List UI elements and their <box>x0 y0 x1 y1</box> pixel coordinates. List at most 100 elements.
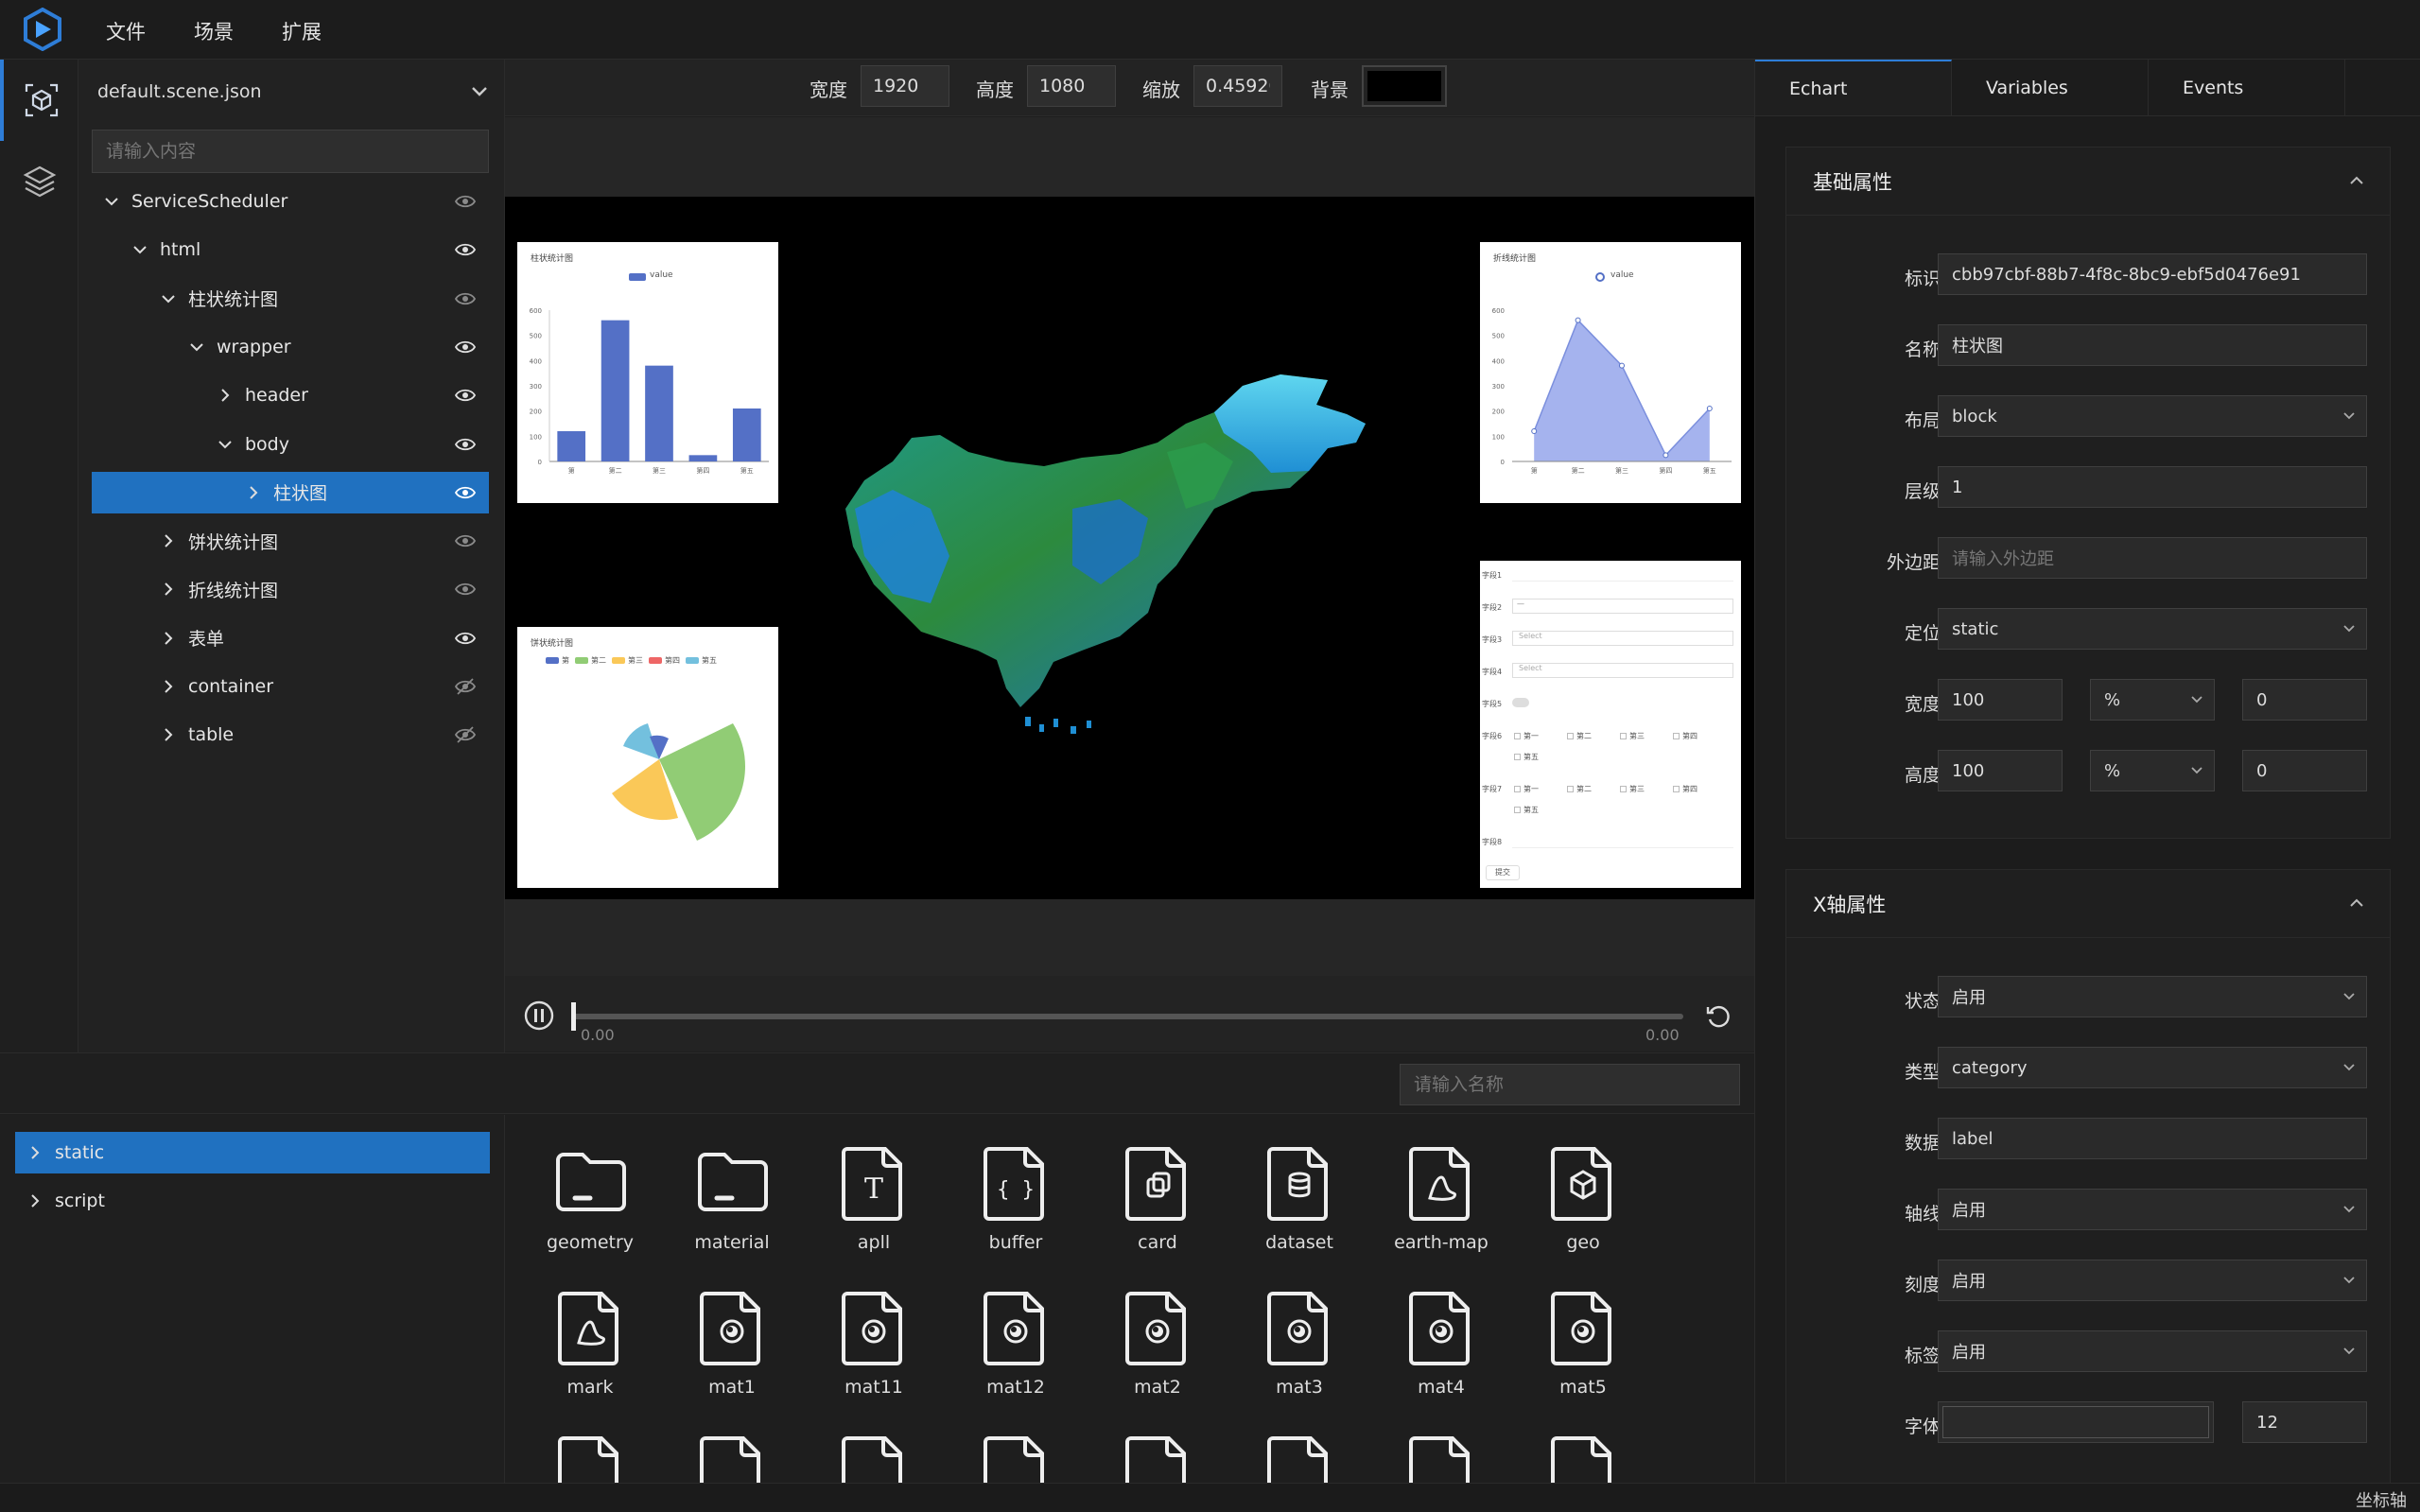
tree-node[interactable]: wrapper <box>92 326 489 368</box>
tree-node[interactable]: container <box>92 666 489 707</box>
asset-item[interactable]: mat11 <box>817 1290 931 1398</box>
asset-item[interactable]: mat1 <box>675 1290 789 1398</box>
chevron-down-icon[interactable] <box>162 292 175 305</box>
width-field[interactable]: 100 <box>1938 679 2063 721</box>
scene-cube-icon[interactable] <box>0 60 78 141</box>
form-checkbox[interactable]: 第一 <box>1514 731 1539 741</box>
name-field[interactable]: 柱状图 <box>1938 324 2367 366</box>
asset-item[interactable]: mat12 <box>959 1290 1072 1398</box>
scene-stage[interactable]: 柱状统计图 value 600 500 400 300 200 100 0 第第二 第三 第四 第五… <box>505 197 1754 899</box>
eye-icon[interactable] <box>455 435 476 454</box>
basic-section-header[interactable]: 基础属性 <box>1786 148 2390 216</box>
menu-extend[interactable]: 扩展 <box>282 17 322 45</box>
xaxis-axisline-select[interactable]: 启用 <box>1938 1189 2367 1230</box>
asset-item[interactable]: geo <box>1526 1145 1640 1253</box>
form-checkbox[interactable]: 第二 <box>1567 784 1592 794</box>
xaxis-labels-select[interactable]: 启用 <box>1938 1330 2367 1372</box>
chevron-down-icon[interactable] <box>218 438 232 451</box>
form-checkbox[interactable]: 第三 <box>1620 784 1645 794</box>
eye-icon[interactable] <box>455 240 476 259</box>
asset-item[interactable]: mat4 <box>1384 1290 1498 1398</box>
folder-item[interactable]: script <box>15 1180 490 1222</box>
width-unit-select[interactable]: % <box>2090 679 2215 721</box>
tree-node[interactable]: table <box>92 714 489 756</box>
layout-select[interactable]: block <box>1938 395 2367 437</box>
asset-item-partial[interactable] <box>1101 1434 1214 1484</box>
eye-off-icon[interactable] <box>455 725 476 744</box>
eye-icon[interactable] <box>455 289 476 308</box>
eye-icon[interactable] <box>455 531 476 550</box>
asset-item[interactable]: mat5 <box>1526 1290 1640 1398</box>
eye-icon[interactable] <box>455 338 476 356</box>
tree-node[interactable]: 表单 <box>92 617 489 659</box>
asset-item-partial[interactable] <box>1384 1434 1498 1484</box>
form-select-2[interactable]: Select <box>1512 663 1733 678</box>
layers-icon[interactable] <box>0 141 78 222</box>
timeline-handle[interactable] <box>571 1002 576 1031</box>
asset-item[interactable]: mat3 <box>1243 1290 1356 1398</box>
tree-node[interactable]: body <box>92 424 489 465</box>
z-index-field[interactable]: 1 <box>1938 466 2367 508</box>
xaxis-state-select[interactable]: 启用 <box>1938 976 2367 1017</box>
form-checkbox[interactable]: 第四 <box>1673 784 1697 794</box>
scene-file-select[interactable]: default.scene.json <box>97 73 490 111</box>
tree-node[interactable]: 折线统计图 <box>92 568 489 610</box>
height-unit-select[interactable]: % <box>2090 750 2215 791</box>
asset-item[interactable]: earth-map <box>1384 1145 1498 1253</box>
chevron-right-icon[interactable] <box>162 631 175 645</box>
position-select[interactable]: static <box>1938 608 2367 650</box>
folder-item[interactable]: static <box>15 1132 490 1173</box>
margin-field[interactable]: 请输入外边距 <box>1938 537 2367 579</box>
asset-item[interactable]: { } buffer <box>959 1145 1072 1253</box>
form-checkbox[interactable]: 第一 <box>1514 784 1539 794</box>
asset-item[interactable]: Tapll <box>817 1145 931 1253</box>
xaxis-font-color-picker[interactable] <box>1938 1401 2214 1443</box>
bar-chart-card[interactable]: 柱状统计图 value 600 500 400 300 200 100 0 第第二 第三 第四 第五 <box>517 242 778 503</box>
background-color-picker[interactable] <box>1362 65 1447 107</box>
chevron-down-icon[interactable] <box>133 243 147 256</box>
height-field[interactable]: 100 <box>1938 750 2063 791</box>
eye-off-icon[interactable] <box>455 677 476 696</box>
tree-node[interactable]: 饼状统计图 <box>92 520 489 562</box>
pause-icon[interactable] <box>524 1000 554 1031</box>
eye-icon[interactable] <box>455 629 476 648</box>
form-select-1[interactable]: Select <box>1512 631 1733 646</box>
asset-item[interactable]: geometry <box>533 1145 647 1253</box>
asset-item-partial[interactable] <box>533 1434 647 1484</box>
form-slider[interactable] <box>1512 833 1733 848</box>
chevron-right-icon[interactable] <box>28 1146 42 1159</box>
canvas-scale-input[interactable] <box>1193 65 1282 107</box>
xaxis-data-field[interactable]: label <box>1938 1118 2367 1159</box>
canvas-width-input[interactable] <box>861 65 949 107</box>
xaxis-tick-select[interactable]: 启用 <box>1938 1260 2367 1301</box>
chevron-right-icon[interactable] <box>162 582 175 597</box>
chevron-right-icon[interactable] <box>28 1194 42 1208</box>
chevron-right-icon[interactable] <box>162 728 175 742</box>
eye-icon[interactable] <box>455 483 476 502</box>
asset-item-partial[interactable] <box>959 1434 1072 1484</box>
asset-item[interactable]: dataset <box>1243 1145 1356 1253</box>
chevron-right-icon[interactable] <box>247 486 260 499</box>
xaxis-section-header[interactable]: X轴属性 <box>1786 870 2390 938</box>
tab-echart[interactable]: Echart <box>1755 60 1952 116</box>
tree-node[interactable]: html <box>92 229 489 270</box>
eye-icon[interactable] <box>455 580 476 599</box>
asset-item-partial[interactable] <box>1526 1434 1640 1484</box>
tree-node[interactable]: 柱状图 <box>92 471 489 513</box>
line-chart-card[interactable]: 折线统计图 value 600 500 400 300 200 100 0 第第二 第三 第四 第五 <box>1480 242 1741 503</box>
chevron-down-icon[interactable] <box>105 195 118 208</box>
id-field[interactable]: cbb97cbf-88b7-4f8c-8bc9-ebf5d0476e91 <box>1938 253 2367 295</box>
asset-item-partial[interactable] <box>1243 1434 1356 1484</box>
form-checkbox[interactable]: 第五 <box>1514 752 1539 762</box>
chevron-right-icon[interactable] <box>218 389 232 402</box>
asset-item[interactable]: mat2 <box>1101 1290 1214 1398</box>
eye-icon[interactable] <box>455 192 476 211</box>
timeline-track[interactable] <box>571 1014 1683 1019</box>
form-card[interactable]: 字段1 字段2 字段3 字段4 字段5 字段6 字段7 字段8— Select Select 第一第… <box>1480 561 1741 888</box>
form-checkbox[interactable]: 第四 <box>1673 731 1697 741</box>
tab-events[interactable]: Events <box>2149 60 2345 116</box>
form-checkbox[interactable]: 第三 <box>1620 731 1645 741</box>
asset-item[interactable]: material <box>675 1145 789 1253</box>
form-number-stepper[interactable]: — <box>1512 599 1733 614</box>
eye-icon[interactable] <box>455 386 476 405</box>
